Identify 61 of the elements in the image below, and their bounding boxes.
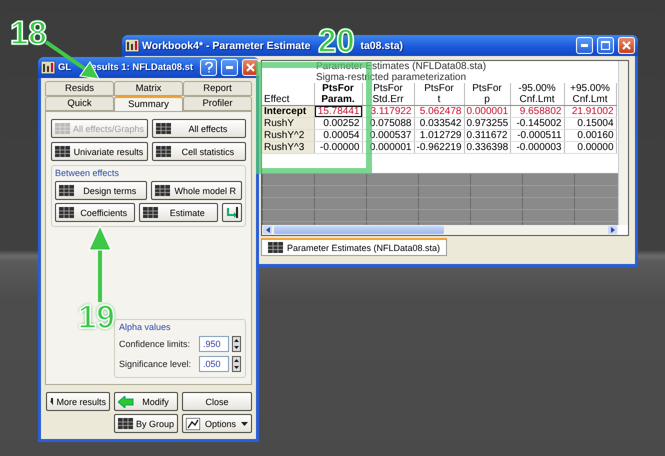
dialog-button[interactable]: Close bbox=[182, 392, 252, 411]
tab[interactable]: Matrix bbox=[114, 81, 183, 96]
effects-button[interactable]: Design terms bbox=[55, 181, 146, 200]
tab[interactable]: Summary bbox=[114, 96, 183, 111]
dialog-button[interactable]: Modify bbox=[114, 392, 178, 411]
table-cell: 0.15004 bbox=[564, 118, 616, 130]
effects-button[interactable]: Coefficients bbox=[55, 203, 134, 222]
field-label: Confidence limits: bbox=[119, 339, 192, 349]
table-cell: 9.658802 bbox=[510, 106, 564, 118]
group-label: Between effects bbox=[55, 168, 120, 178]
field-label: Significance level: bbox=[119, 359, 192, 369]
tab[interactable]: Report bbox=[183, 81, 252, 96]
table-cell: 0.00054 bbox=[314, 130, 362, 142]
dialog-button[interactable]: Options bbox=[182, 414, 252, 433]
dialog-button[interactable]: More results bbox=[46, 392, 110, 411]
dialog-button[interactable]: By Group bbox=[114, 414, 178, 433]
table-cell: 0.000001 bbox=[464, 106, 510, 118]
table-cell: 15.78441 bbox=[314, 106, 362, 118]
table-cell: 0.00000 bbox=[564, 142, 616, 154]
row-header: RushY bbox=[262, 118, 314, 130]
window-title: Workbook4* - Parameter Estimate bbox=[142, 40, 310, 52]
sheet-tab[interactable]: Parameter Estimates (NFLData08.sta) bbox=[261, 238, 448, 256]
table-cell: -0.00000 bbox=[314, 142, 362, 154]
column-header: PtsFor t bbox=[414, 83, 464, 106]
table-cell: -0.000511 bbox=[510, 130, 564, 142]
column-header: +95.00% Cnf.Lmt bbox=[564, 83, 616, 106]
step-number: 19 bbox=[78, 300, 115, 333]
tab[interactable]: Profiler bbox=[183, 96, 252, 111]
tab[interactable]: Resids bbox=[45, 81, 114, 96]
step-number: 18 bbox=[10, 16, 47, 49]
tab[interactable]: Quick bbox=[45, 96, 114, 111]
results-button[interactable]: All effects bbox=[152, 119, 246, 138]
table-cell: 0.00252 bbox=[314, 118, 362, 130]
group-label: Alpha values bbox=[119, 322, 172, 332]
input-field[interactable]: .950 bbox=[199, 336, 229, 352]
column-header: PtsFor p bbox=[464, 83, 510, 106]
table-cell: 5.062478 bbox=[414, 106, 464, 118]
table-cell: 21.91002 bbox=[564, 106, 616, 118]
table-cell: 0.033542 bbox=[414, 118, 464, 130]
results-button[interactable]: Cell statistics bbox=[152, 142, 246, 161]
window-title: esults 1: NFLData08.st bbox=[91, 62, 194, 73]
window-title: GL bbox=[58, 62, 72, 73]
column-header: -95.00% Cnf.Lmt bbox=[510, 83, 564, 106]
table-cell: 0.973255 bbox=[464, 118, 510, 130]
table-cell: 0.00160 bbox=[564, 130, 616, 142]
results-button[interactable]: Univariate results bbox=[51, 142, 148, 161]
column-header: PtsFor Param. bbox=[314, 83, 362, 106]
window-title: ta08.sta) bbox=[360, 40, 404, 52]
column-header: Effect bbox=[262, 83, 314, 106]
input-field[interactable]: .050 bbox=[199, 356, 229, 372]
table-cell: 1.012729 bbox=[414, 130, 464, 142]
row-header: RushY^3 bbox=[262, 142, 314, 154]
row-header: RushY^2 bbox=[262, 130, 314, 142]
effects-button[interactable]: Whole model R bbox=[150, 181, 242, 200]
table-cell: -0.962219 bbox=[414, 142, 464, 154]
table-cell: -0.000003 bbox=[510, 142, 564, 154]
row-header: Intercept bbox=[262, 106, 314, 118]
table-cell: 0.336398 bbox=[464, 142, 510, 154]
effects-button[interactable]: Estimate bbox=[138, 203, 218, 222]
table-cell: 0.311672 bbox=[464, 130, 510, 142]
table-cell: -0.145002 bbox=[510, 118, 564, 130]
